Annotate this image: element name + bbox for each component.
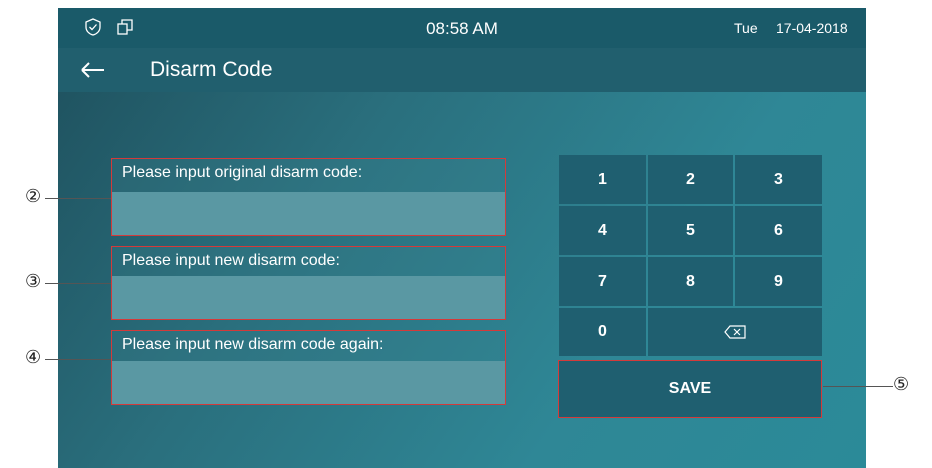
callout-3-leader <box>45 283 111 284</box>
date: 17-04-2018 <box>776 20 848 36</box>
original-code-label: Please input original disarm code: <box>122 164 363 181</box>
weekday: Tue <box>734 20 758 36</box>
callout-4-leader <box>45 359 111 360</box>
back-arrow-icon[interactable] <box>80 61 106 79</box>
confirm-code-input[interactable] <box>112 361 505 404</box>
status-bar: 08:58 AM Tue 17-04-2018 <box>58 8 866 48</box>
original-code-input[interactable] <box>112 192 505 235</box>
confirm-code-label: Please input new disarm code again: <box>122 336 384 353</box>
key-0[interactable]: 0 <box>559 308 646 356</box>
numeric-keypad: 1 2 3 4 5 6 7 8 9 0 <box>559 155 822 356</box>
backspace-key[interactable] <box>648 308 822 356</box>
confirm-code-field[interactable]: Please input new disarm code again: <box>111 330 506 405</box>
save-button[interactable]: SAVE <box>558 360 822 418</box>
new-code-label: Please input new disarm code: <box>122 252 340 269</box>
new-code-input[interactable] <box>112 276 505 319</box>
original-code-field[interactable]: Please input original disarm code: <box>111 158 506 236</box>
page-title: Disarm Code <box>150 58 273 81</box>
key-3[interactable]: 3 <box>735 155 822 204</box>
callout-5-leader <box>823 386 893 387</box>
key-9[interactable]: 9 <box>735 257 822 306</box>
key-8[interactable]: 8 <box>648 257 733 306</box>
callout-2-leader <box>45 198 111 199</box>
key-4[interactable]: 4 <box>559 206 646 255</box>
key-1[interactable]: 1 <box>559 155 646 204</box>
key-2[interactable]: 2 <box>648 155 733 204</box>
new-code-field[interactable]: Please input new disarm code: <box>111 246 506 320</box>
callout-2: ② <box>25 186 42 207</box>
device-screen: 08:58 AM Tue 17-04-2018 Disarm Code Plea… <box>58 8 866 468</box>
callout-4: ④ <box>25 347 42 368</box>
title-bar: Disarm Code <box>58 48 866 92</box>
key-5[interactable]: 5 <box>648 206 733 255</box>
key-7[interactable]: 7 <box>559 257 646 306</box>
callout-3: ③ <box>25 271 42 292</box>
key-6[interactable]: 6 <box>735 206 822 255</box>
callout-5: ⑤ <box>893 374 910 395</box>
backspace-icon <box>724 325 746 339</box>
